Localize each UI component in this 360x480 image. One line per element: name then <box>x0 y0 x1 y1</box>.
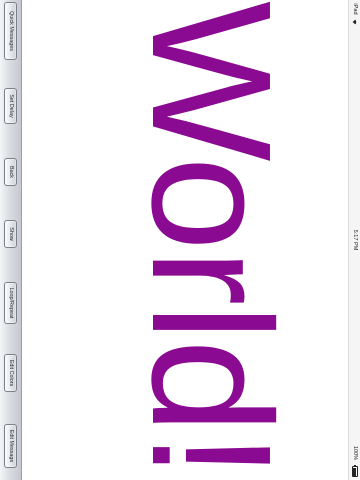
carrier-label: iPad <box>351 3 358 15</box>
loop-repeat-label: Loop/Repeat <box>7 287 14 319</box>
edit-colors-button[interactable]: Edit Colors <box>4 354 17 392</box>
quick-messages-button[interactable]: Quick Messages <box>4 2 17 60</box>
side-toolbar: Quick Messages Set Delay Back Show Loop/… <box>0 0 22 480</box>
edit-colors-label: Edit Colors <box>7 359 14 387</box>
set-delay-button[interactable]: Set Delay <box>4 88 17 124</box>
back-button[interactable]: Back <box>4 158 17 186</box>
wifi-icon <box>352 19 357 25</box>
show-button[interactable]: Show <box>4 220 17 248</box>
back-label: Back <box>7 166 14 178</box>
show-label: Show <box>7 227 14 241</box>
loop-repeat-button[interactable]: Loop/Repeat <box>4 282 17 324</box>
message-text: World! <box>116 0 306 478</box>
quick-messages-label: Quick Messages <box>7 11 14 51</box>
battery-icon <box>351 465 358 477</box>
edit-message-label: Edit Message <box>7 429 14 463</box>
message-display: World! <box>22 0 338 480</box>
status-bar: iPad 5:17 PM 100% <box>348 0 360 480</box>
edit-message-button[interactable]: Edit Message <box>4 424 17 468</box>
status-time: 5:17 PM <box>351 229 358 251</box>
battery-percent: 100% <box>351 445 358 461</box>
set-delay-label: Set Delay <box>7 94 14 118</box>
